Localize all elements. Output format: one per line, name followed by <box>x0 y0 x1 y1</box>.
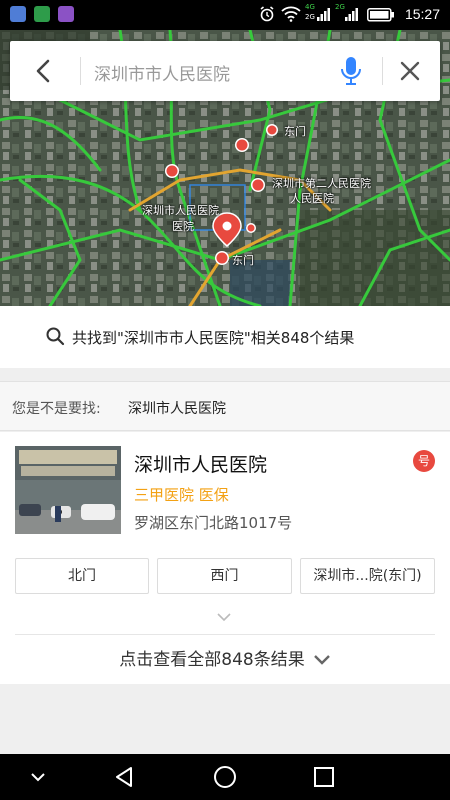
map-label: 人民医院 <box>290 192 334 205</box>
hospital-marker[interactable] <box>215 251 229 265</box>
map-label: 东门 <box>284 125 306 138</box>
result-summary: 共找到"深圳市市人民医院"相关848个结果 <box>0 306 450 368</box>
result-tags: 三甲医院 医保 <box>134 486 229 504</box>
network-type-2g: 2G <box>305 13 315 21</box>
map-label: 深圳市人民医院 <box>142 204 219 217</box>
map-label: 医院 <box>172 220 194 233</box>
battery-icon <box>367 8 394 22</box>
sub-poi-button[interactable]: 深圳市...院(东门) <box>300 558 435 594</box>
search-input[interactable]: 深圳市市人民医院 <box>94 60 230 85</box>
back-arrow-icon[interactable] <box>28 55 58 87</box>
result-address: 罗湖区东门北路1017号 <box>134 514 293 532</box>
sub-poi-button[interactable]: 北门 <box>15 558 149 594</box>
close-icon[interactable] <box>396 57 424 85</box>
search-bar: 深圳市市人民医院 <box>10 41 440 101</box>
registration-badge[interactable]: 号 <box>413 450 435 472</box>
map-label: 深圳市第二人民医院 <box>272 177 371 190</box>
view-all-results-button[interactable]: 点击查看全部848条结果 <box>0 635 450 685</box>
recents-square-icon[interactable] <box>312 765 336 789</box>
hospital-marker[interactable] <box>251 178 265 192</box>
alarm-icon <box>260 6 274 22</box>
poi-marker[interactable] <box>266 124 278 136</box>
clock: 15:27 <box>404 6 440 22</box>
result-count-text: 共找到"深圳市市人民医院"相关848个结果 <box>72 329 355 347</box>
hospital-marker[interactable] <box>235 138 249 152</box>
status-bar: 4G 2G 2G 15:27 <box>0 0 450 30</box>
result-title[interactable]: 深圳市人民医院 <box>134 450 267 477</box>
app-notification-icon <box>10 6 26 22</box>
search-icon <box>46 327 65 346</box>
back-triangle-icon[interactable] <box>112 765 136 789</box>
signal-icon-2 <box>345 8 358 21</box>
gallery-notification-icon <box>58 6 74 22</box>
hospital-marker[interactable] <box>165 164 179 178</box>
expand-chevron-icon[interactable] <box>216 612 232 622</box>
home-circle-icon[interactable] <box>213 765 237 789</box>
hospital-photo <box>15 446 121 534</box>
did-you-mean-prefix: 您是不是要找: <box>12 401 101 417</box>
search-divider <box>80 57 81 85</box>
hide-nav-chevron-icon[interactable] <box>26 765 50 789</box>
microphone-icon[interactable] <box>340 55 362 87</box>
sub-poi-button[interactable]: 西门 <box>157 558 292 594</box>
search-divider <box>382 57 383 85</box>
system-nav-bar <box>0 754 450 800</box>
wifi-icon <box>281 6 301 22</box>
result-card[interactable]: 深圳市人民医院 号 三甲医院 医保 罗湖区东门北路1017号 北门 西门 深圳市… <box>0 432 450 684</box>
network2-type: 2G <box>335 3 345 11</box>
network-type-4g: 4G <box>305 3 315 11</box>
security-app-icon <box>34 6 50 22</box>
view-all-label: 点击查看全部848条结果 <box>119 650 305 670</box>
map-label: 东门 <box>232 254 254 267</box>
chevron-down-icon <box>313 655 330 665</box>
did-you-mean-keyword[interactable]: 深圳市人民医院 <box>128 398 226 418</box>
did-you-mean[interactable]: 您是不是要找: 深圳市人民医院 <box>0 381 450 431</box>
signal-icon-1 <box>317 8 330 21</box>
